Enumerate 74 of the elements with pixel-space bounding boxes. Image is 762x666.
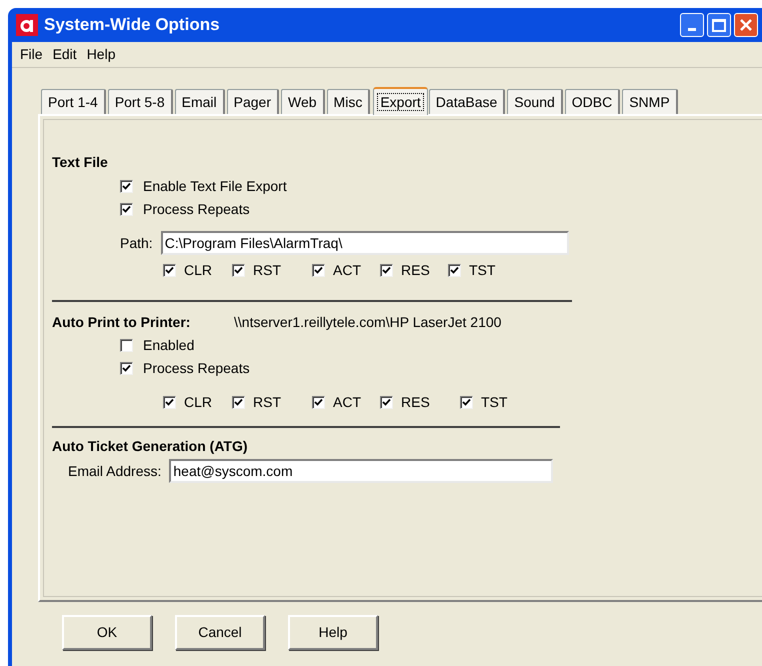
dialog-button[interactable]: Help — [288, 615, 378, 650]
checkbox[interactable]: Enabled — [120, 334, 762, 357]
check-mark-icon — [382, 266, 391, 275]
checkbox-box[interactable] — [163, 396, 176, 409]
checkbox-box[interactable] — [380, 396, 393, 409]
check-mark-icon — [450, 266, 459, 275]
check-mark-icon — [234, 266, 243, 275]
checkbox-box[interactable] — [448, 264, 461, 277]
checkbox-box[interactable] — [312, 396, 325, 409]
checkbox[interactable]: CLR — [163, 259, 212, 282]
check-mark-icon — [462, 398, 471, 407]
checkbox[interactable]: ACT — [312, 259, 361, 282]
checkbox-box[interactable] — [120, 339, 133, 352]
checkbox-box[interactable] — [460, 396, 473, 409]
window-title: System-Wide Options — [44, 14, 221, 36]
checkbox[interactable]: CLR — [163, 391, 212, 414]
checkbox[interactable]: Enable Text File Export — [120, 175, 762, 198]
check-mark-icon — [314, 398, 323, 407]
tab[interactable]: Pager — [226, 89, 279, 114]
checkbox-box[interactable] — [232, 396, 245, 409]
check-mark-icon — [314, 266, 323, 275]
checkbox[interactable]: TST — [448, 259, 496, 282]
dialog-button[interactable]: Cancel — [175, 615, 265, 650]
printer-name: \\ntserver1.reillytele.com\HP LaserJet 2100 — [234, 312, 502, 332]
tab[interactable]: Web — [281, 89, 325, 114]
close-button[interactable] — [734, 13, 758, 37]
check-mark-icon — [382, 398, 391, 407]
tab[interactable]: Sound — [507, 89, 563, 114]
menu-item[interactable]: File — [16, 44, 47, 65]
path-field[interactable]: C:\Program Files\AlarmTraq\ — [160, 231, 569, 255]
checkbox-box[interactable] — [120, 362, 133, 375]
section-heading: Text File — [52, 153, 109, 172]
checkbox[interactable]: RST — [232, 259, 281, 282]
check-mark-icon — [122, 364, 131, 373]
section-heading: Auto Print to Printer: — [52, 312, 192, 332]
checkbox-box[interactable] — [120, 180, 133, 193]
checkbox[interactable]: RES — [380, 391, 430, 414]
checkbox-box[interactable] — [120, 203, 133, 216]
checkbox-box[interactable] — [380, 264, 393, 277]
tab[interactable]: SNMP — [622, 89, 678, 114]
checkbox[interactable]: ACT — [312, 391, 361, 414]
email-field[interactable]: heat@syscom.com — [169, 459, 554, 483]
menu-item[interactable]: Edit — [48, 44, 81, 65]
tab[interactable]: DataBase — [428, 89, 506, 114]
minimize-button[interactable] — [680, 13, 704, 37]
app-logo-icon — [16, 14, 38, 36]
minimize-icon — [688, 28, 696, 31]
check-mark-icon — [165, 398, 174, 407]
tab[interactable]: Port 1-4 — [41, 89, 106, 114]
checkbox[interactable]: Process Repeats — [120, 198, 762, 221]
tab[interactable]: Export — [373, 87, 428, 115]
checkbox[interactable]: Process Repeats — [120, 357, 762, 380]
check-mark-icon — [165, 266, 174, 275]
checkbox[interactable]: RES — [380, 259, 430, 282]
email-label: Email Address: — [68, 462, 162, 480]
check-mark-icon — [122, 182, 131, 191]
path-label: Path: — [120, 234, 153, 252]
tab[interactable]: ODBC — [564, 89, 620, 114]
close-icon — [739, 18, 753, 32]
tab[interactable]: Misc — [326, 89, 370, 114]
checkbox[interactable]: RST — [232, 391, 281, 414]
tab[interactable]: Email — [174, 89, 225, 114]
checkbox-box[interactable] — [232, 264, 245, 277]
check-mark-icon — [122, 205, 131, 214]
tab[interactable]: Port 5-8 — [108, 89, 173, 114]
section-heading: Auto Ticket Generation (ATG) — [52, 437, 248, 456]
check-mark-icon — [234, 398, 243, 407]
menu-item[interactable]: Help — [82, 44, 120, 65]
checkbox-box[interactable] — [312, 264, 325, 277]
checkbox-box[interactable] — [163, 264, 176, 277]
maximize-icon — [712, 18, 726, 32]
maximize-button[interactable] — [707, 13, 731, 37]
checkbox[interactable]: TST — [460, 391, 508, 414]
dialog-button[interactable]: OK — [62, 615, 152, 650]
